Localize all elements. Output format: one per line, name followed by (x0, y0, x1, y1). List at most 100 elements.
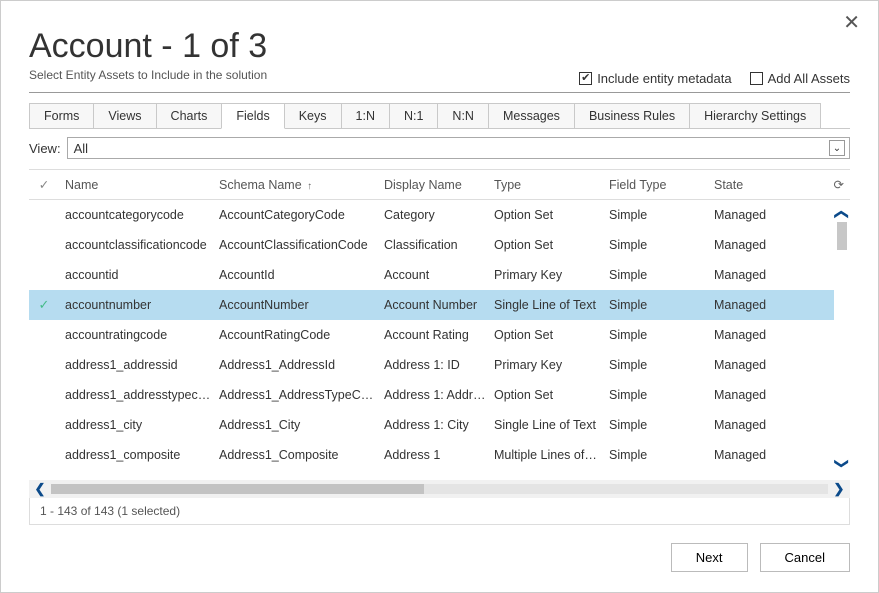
chevron-down-icon: ⌄ (829, 140, 845, 156)
cell-type: Option Set (494, 208, 609, 222)
cell-state: Managed (714, 328, 804, 342)
tab-forms[interactable]: Forms (29, 103, 94, 129)
cell-state: Managed (714, 358, 804, 372)
column-header-type[interactable]: Type (494, 178, 609, 192)
cell-schema: AccountId (219, 268, 384, 282)
include-entity-metadata-checkbox[interactable]: ✔ Include entity metadata (579, 71, 731, 86)
column-header-schema-label: Schema Name (219, 178, 302, 192)
page-title: Account - 1 of 3 (29, 27, 267, 66)
cell-state: Managed (714, 298, 804, 312)
table-row[interactable]: accountclassificationcodeAccountClassifi… (29, 230, 834, 260)
cell-name: accountratingcode (59, 328, 219, 342)
cell-schema: AccountNumber (219, 298, 384, 312)
dialog-footer: Next Cancel (29, 543, 850, 572)
cell-schema: Address1_Composite (219, 448, 384, 462)
cell-name: accountcategorycode (59, 208, 219, 222)
page-subtitle: Select Entity Assets to Include in the s… (29, 68, 267, 82)
table-row[interactable]: address1_addressidAddress1_AddressIdAddr… (29, 350, 834, 380)
hscroll-track[interactable] (51, 484, 828, 494)
table-row[interactable]: address1_compositeAddress1_CompositeAddr… (29, 440, 834, 470)
hscroll-thumb[interactable] (51, 484, 424, 494)
cancel-button[interactable]: Cancel (760, 543, 850, 572)
cell-name: address1_city (59, 418, 219, 432)
close-icon[interactable]: ✕ (843, 13, 860, 33)
cell-state: Managed (714, 268, 804, 282)
cell-display: Account (384, 268, 494, 282)
dialog-header: Account - 1 of 3 Select Entity Assets to… (29, 21, 850, 93)
scroll-down-icon[interactable]: ❯ (833, 458, 850, 470)
tab-views[interactable]: Views (93, 103, 156, 129)
view-dropdown-value: All (74, 141, 88, 156)
view-dropdown[interactable]: All ⌄ (67, 137, 850, 159)
tab-1-n[interactable]: 1:N (341, 103, 390, 129)
scroll-left-icon[interactable]: ❮ (29, 481, 51, 497)
cell-schema: Address1_City (219, 418, 384, 432)
cell-type: Multiple Lines of… (494, 448, 609, 462)
cell-type: Single Line of Text (494, 298, 609, 312)
cell-display: Address 1 (384, 448, 494, 462)
cell-display: Classification (384, 238, 494, 252)
cell-type: Single Line of Text (494, 418, 609, 432)
cell-type: Primary Key (494, 358, 609, 372)
checkbox-label: Add All Assets (768, 71, 850, 86)
cell-field-type: Simple (609, 238, 714, 252)
column-header-schema[interactable]: Schema Name ↑ (219, 178, 384, 192)
table-row[interactable]: accountidAccountIdAccountPrimary KeySimp… (29, 260, 834, 290)
scroll-right-icon[interactable]: ❯ (828, 481, 850, 497)
tab-keys[interactable]: Keys (284, 103, 342, 129)
tab-charts[interactable]: Charts (156, 103, 223, 129)
column-header-state[interactable]: State (714, 178, 804, 192)
vertical-scrollbar[interactable]: ❮ ❯ (834, 200, 850, 478)
scroll-up-icon[interactable]: ❮ (833, 209, 850, 221)
checkbox-checked-icon: ✔ (579, 72, 592, 85)
tab-fields[interactable]: Fields (221, 103, 284, 129)
cell-state: Managed (714, 418, 804, 432)
cell-schema: AccountClassificationCode (219, 238, 384, 252)
cell-schema: Address1_AddressTypeCode (219, 388, 384, 402)
cell-field-type: Simple (609, 268, 714, 282)
tab-messages[interactable]: Messages (488, 103, 575, 129)
cell-schema: AccountCategoryCode (219, 208, 384, 222)
cell-field-type: Simple (609, 418, 714, 432)
cell-name: address1_composite (59, 448, 219, 462)
cell-field-type: Simple (609, 388, 714, 402)
tab-business-rules[interactable]: Business Rules (574, 103, 690, 129)
column-header-name[interactable]: Name (59, 178, 219, 192)
row-checkbox[interactable]: ✓ (29, 297, 59, 313)
next-button[interactable]: Next (671, 543, 748, 572)
table-row[interactable]: address1_cityAddress1_CityAddress 1: Cit… (29, 410, 834, 440)
table-row[interactable]: accountratingcodeAccountRatingCodeAccoun… (29, 320, 834, 350)
refresh-icon[interactable]: ⟳ (804, 177, 850, 192)
cell-display: Address 1: Addr… (384, 388, 494, 402)
table-row[interactable]: ✓accountnumberAccountNumberAccount Numbe… (29, 290, 834, 320)
cell-field-type: Simple (609, 208, 714, 222)
cell-field-type: Simple (609, 298, 714, 312)
cell-type: Option Set (494, 328, 609, 342)
cell-display: Address 1: City (384, 418, 494, 432)
cell-type: Option Set (494, 238, 609, 252)
tab-n-n[interactable]: N:N (437, 103, 489, 129)
tab-hierarchy-settings[interactable]: Hierarchy Settings (689, 103, 821, 129)
table-row[interactable]: accountcategorycodeAccountCategoryCodeCa… (29, 200, 834, 230)
horizontal-scrollbar[interactable]: ❮ ❯ (29, 480, 850, 498)
cell-field-type: Simple (609, 358, 714, 372)
view-label: View: (29, 141, 61, 156)
cell-name: address1_addressid (59, 358, 219, 372)
add-all-assets-checkbox[interactable]: Add All Assets (750, 71, 850, 86)
sort-ascending-icon: ↑ (307, 181, 312, 192)
cell-name: accountclassificationcode (59, 238, 219, 252)
cell-state: Managed (714, 238, 804, 252)
grid-body: accountcategorycodeAccountCategoryCodeCa… (29, 200, 850, 478)
select-all-checkbox[interactable]: ✓ (29, 177, 59, 192)
cell-state: Managed (714, 448, 804, 462)
cell-type: Option Set (494, 388, 609, 402)
table-row[interactable]: address1_addresstypecodeAddress1_Address… (29, 380, 834, 410)
scrollbar-thumb[interactable] (837, 222, 847, 250)
column-header-display[interactable]: Display Name (384, 178, 494, 192)
checkbox-label: Include entity metadata (597, 71, 731, 86)
column-header-field-type[interactable]: Field Type (609, 178, 714, 192)
cell-display: Account Rating (384, 328, 494, 342)
cell-name: accountnumber (59, 298, 219, 312)
fields-grid: ✓ Name Schema Name ↑ Display Name Type F… (29, 169, 850, 525)
tab-n-1[interactable]: N:1 (389, 103, 438, 129)
